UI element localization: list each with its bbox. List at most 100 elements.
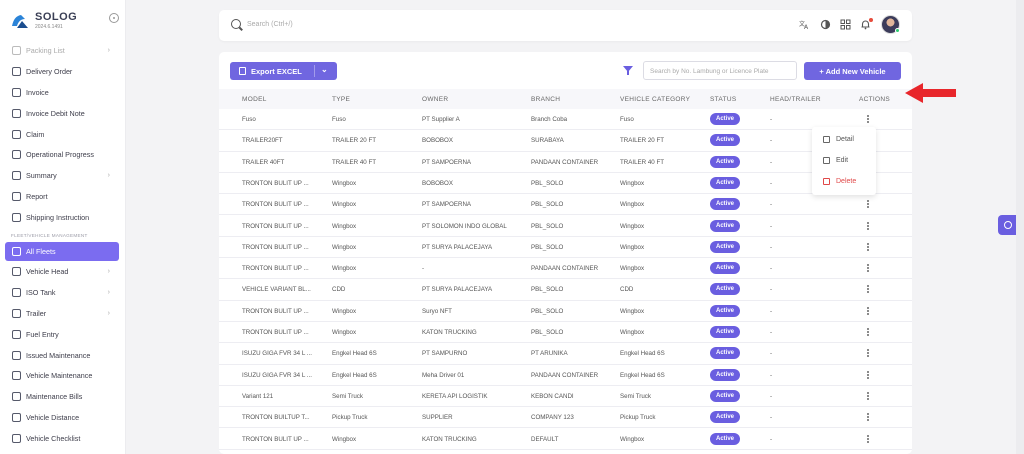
sidebar-item-invoice-debit-note[interactable]: Invoice Debit Note: [0, 103, 125, 124]
column-header-owner[interactable]: OWNER: [422, 96, 448, 103]
more-actions-icon[interactable]: [866, 391, 870, 403]
sidebar-item-label: Operational Progress: [26, 150, 94, 160]
sidebar-item-issued-maintenance[interactable]: Issued Maintenance: [0, 345, 125, 366]
more-actions-icon[interactable]: [866, 348, 870, 360]
sidebar-item-vehicle-distance[interactable]: Vehicle Distance: [0, 407, 125, 428]
filter-icon[interactable]: [623, 66, 633, 75]
sidebar-item-iso-tank[interactable]: ISO Tank ›: [0, 282, 125, 303]
table-row: TRONTON BULIT UP ... Wingbox KATON TRUCKIN…: [219, 429, 912, 450]
head-trailer-cell: -: [770, 414, 773, 422]
status-badge: Active: [710, 219, 740, 232]
sidebar-item-trailer[interactable]: Trailer ›: [0, 303, 125, 324]
sidebar-item-all-fleets[interactable]: All Fleets: [5, 242, 119, 262]
status-badge: Active: [710, 134, 740, 147]
model-cell: TRAILER20FT: [242, 137, 283, 145]
report-icon: [12, 192, 21, 202]
menu-item-edit[interactable]: Edit: [823, 157, 848, 164]
export-excel-button[interactable]: Export EXCEL ⌄: [230, 62, 337, 80]
sidebar-item-packing-list[interactable]: Packing List ›: [0, 40, 125, 61]
branch-cell: PBL_SOLO: [531, 243, 564, 251]
page-scroll-strip: [1016, 0, 1024, 454]
branch-cell: SURABAYA: [531, 137, 564, 145]
export-excel-label: Export EXCEL: [251, 66, 302, 76]
vehicle-category-cell: Wingbox: [620, 435, 645, 443]
sidebar-item-invoice[interactable]: Invoice: [0, 82, 125, 103]
sidebar-item-maintenance-bills[interactable]: Maintenance Bills: [0, 386, 125, 407]
table-row: TRONTON BUILTUP T... Pickup Truck SUPPLIER…: [219, 407, 912, 429]
more-actions-icon[interactable]: [866, 242, 870, 254]
branch-cell: PBL_SOLO: [531, 286, 564, 294]
type-cell: Fuso: [332, 116, 346, 123]
sidebar-item-label: All Fleets: [26, 247, 56, 257]
menu-item-detail[interactable]: Detail: [823, 136, 854, 143]
sidebar-item-delivery-order[interactable]: Delivery Order: [0, 61, 125, 82]
model-cell: TRONTON BUILTUP T...: [242, 414, 310, 422]
more-actions-icon[interactable]: [866, 434, 870, 446]
more-actions-icon[interactable]: [866, 263, 870, 275]
menu-item-delete[interactable]: Delete: [823, 178, 856, 185]
more-actions-icon[interactable]: [866, 199, 870, 211]
sidebar-item-vehicle-checklist[interactable]: Vehicle Checklist: [0, 428, 125, 449]
column-header-status[interactable]: STATUS: [710, 96, 736, 103]
more-actions-icon[interactable]: [866, 306, 870, 318]
trash-icon: [823, 178, 830, 185]
branch-cell: PT ARUNIKA: [531, 350, 568, 358]
sidebar-item-label: Trailer: [26, 308, 47, 318]
vehicle-category-cell: Wingbox: [620, 243, 645, 251]
column-header-model[interactable]: MODEL: [242, 96, 267, 103]
owner-cell: KERETA API LOGISTIK: [422, 392, 488, 400]
vehicle-category-cell: Wingbox: [620, 201, 645, 209]
trailer-icon: [12, 308, 21, 318]
table-row: ISUZU GIGA FVR 34 L ... Engkel Head 6S Meh…: [219, 365, 912, 386]
progress-icon: [12, 150, 21, 160]
column-header-vehicle-category[interactable]: VEHICLE CATEGORY: [620, 96, 690, 103]
table-row: TRONTON BULIT UP ... Wingbox PT SOLOMON IN…: [219, 216, 912, 237]
sidebar-section-label: FLEET/VEHICLE MANAGEMENT: [11, 232, 88, 238]
theme-icon[interactable]: [820, 19, 831, 30]
more-actions-icon[interactable]: [866, 412, 870, 424]
more-actions-icon[interactable]: [866, 221, 870, 233]
branch-cell: PBL_SOLO: [531, 201, 564, 209]
status-badge: Active: [710, 368, 740, 381]
sidebar-item-label: Report: [26, 192, 48, 202]
more-actions-icon[interactable]: [866, 370, 870, 382]
column-header-head-trailer[interactable]: HEAD/TRAILER: [770, 96, 821, 103]
more-actions-icon[interactable]: [866, 114, 870, 126]
apps-icon[interactable]: [840, 19, 851, 30]
model-cell: TRAILER 40FT: [242, 158, 285, 166]
sidebar: SOLOG 2024.6.1491 Packing List › Delivery …: [0, 0, 126, 454]
more-actions-icon[interactable]: [866, 327, 870, 339]
chevron-down-icon[interactable]: ⌄: [321, 65, 328, 74]
sidebar-item-claim[interactable]: Claim: [0, 124, 125, 145]
sidebar-item-label: Vehicle Head: [26, 266, 69, 276]
sidebar-item-summary[interactable]: Summary ›: [0, 165, 125, 186]
branch-cell: DEFAULT: [531, 435, 559, 443]
sidebar-item-report[interactable]: Report: [0, 186, 125, 207]
column-header-type[interactable]: TYPE: [332, 96, 350, 103]
sidebar-item-fuel-entry[interactable]: Fuel Entry: [0, 324, 125, 345]
sidebar-item-shipping-instruction[interactable]: Shipping Instruction: [0, 207, 125, 228]
app-logo[interactable]: SOLOG 2024.6.1491: [9, 10, 109, 34]
global-search-input[interactable]: Search (Ctrl+/): [247, 21, 293, 28]
column-header-branch[interactable]: BRANCH: [531, 96, 560, 103]
owner-cell: BOBOBOX: [422, 137, 453, 145]
sidebar-item-operational-progress[interactable]: Operational Progress: [0, 144, 125, 165]
fuel-icon: [12, 329, 21, 339]
sidebar-collapse-icon[interactable]: [109, 13, 119, 23]
branch-cell: COMPANY 123: [531, 414, 574, 422]
head-trailer-cell: -: [770, 116, 773, 123]
owner-cell: Suryo NFT: [422, 307, 452, 315]
translate-icon[interactable]: 文A: [799, 19, 810, 31]
type-cell: Wingbox: [332, 179, 357, 187]
vehicle-search-input[interactable]: Search by No. Lambung or Licence Plate: [643, 61, 797, 80]
sidebar-item-vehicle-maintenance[interactable]: Vehicle Maintenance: [0, 365, 125, 386]
vehicle-head-icon: [12, 266, 21, 276]
customizer-toggle[interactable]: [998, 215, 1018, 235]
add-new-vehicle-button[interactable]: + Add New Vehicle: [804, 62, 901, 80]
sidebar-item-vehicle-head[interactable]: Vehicle Head ›: [0, 261, 125, 282]
model-cell: ISUZU GIGA FVR 34 L ...: [242, 350, 312, 358]
more-actions-icon[interactable]: [866, 284, 870, 296]
sidebar-item-label: Invoice Debit Note: [26, 108, 85, 118]
status-badge: Active: [710, 326, 740, 338]
column-header-actions[interactable]: ACTIONS: [859, 96, 890, 103]
